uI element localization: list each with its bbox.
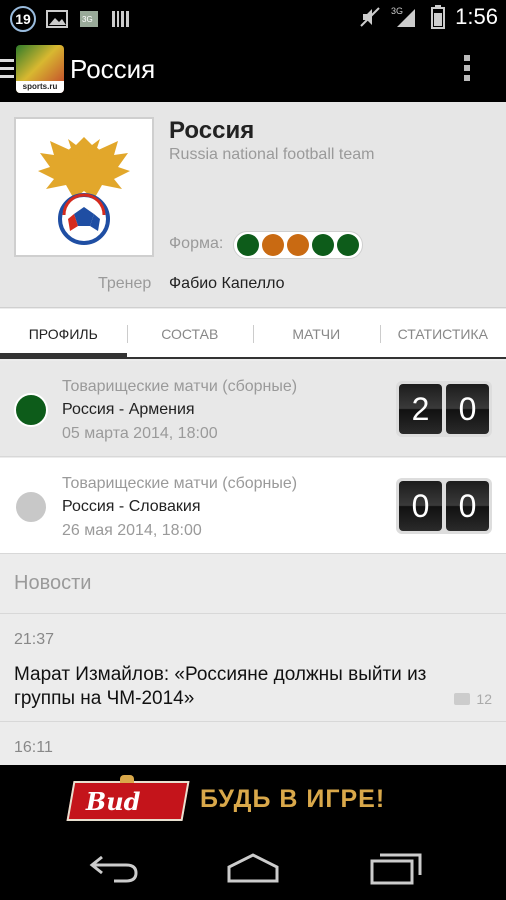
news-item[interactable]: 16:11 — [0, 723, 506, 765]
clock: 1:56 — [455, 4, 498, 29]
bud-logo: Bud — [66, 781, 190, 821]
crest-eagle-icon — [38, 137, 130, 245]
comment-icon — [454, 693, 471, 705]
tab-profile[interactable]: ПРОФИЛЬ — [0, 309, 127, 359]
status-bar: 19 3G 3G 1:56 — [0, 0, 506, 36]
image-icon — [46, 10, 68, 28]
battery-icon — [431, 5, 446, 29]
tab-bar: ПРОФИЛЬ СОСТАВ МАТЧИ СТАТИСТИКА — [0, 309, 506, 359]
form-label: Форма: — [169, 235, 224, 252]
team-name: Россия — [169, 117, 255, 144]
tab-matches[interactable]: МАТЧИ — [253, 309, 380, 357]
tab-squad[interactable]: СОСТАВ — [126, 309, 254, 357]
news-time: 21:37 — [14, 631, 55, 648]
match-score: 2 0 — [396, 381, 492, 437]
comment-count: 12 — [476, 691, 492, 707]
team-crest — [14, 117, 154, 257]
back-icon[interactable] — [86, 851, 142, 885]
app-logo[interactable]: sports.ru — [16, 45, 64, 93]
match-row[interactable]: Товарищеские матчи (сборные) Россия - Сл… — [0, 458, 506, 554]
team-header: Россия Russia national football team Фор… — [0, 102, 506, 308]
news-heading: Новости — [14, 572, 92, 594]
match-result-dot — [14, 490, 48, 524]
team-subtitle: Russia national football team — [169, 146, 375, 163]
news-section-header: Новости — [0, 554, 506, 614]
form-result-win — [237, 234, 259, 256]
match-date: 05 марта 2014, 18:00 — [62, 425, 218, 442]
recent-apps-icon[interactable] — [368, 851, 424, 885]
app-logo-caption: sports.ru — [16, 81, 64, 93]
form-indicator — [233, 231, 363, 259]
news-title: Марат Измайлов: «Россияне должны выйти и… — [14, 664, 427, 709]
barcode-icon — [112, 11, 129, 27]
drawer-menu-icon[interactable] — [0, 59, 14, 79]
bud-brand: Bud — [85, 787, 141, 816]
score-home: 0 — [399, 481, 442, 531]
action-bar: sports.ru Россия — [0, 36, 506, 102]
news-comment-count: 12 — [454, 691, 492, 707]
coach-name: Фабио Капелло — [169, 275, 285, 292]
svg-text:3G: 3G — [82, 15, 93, 24]
main-content[interactable]: Россия Russia national football team Фор… — [0, 102, 506, 765]
signal-icon: 3G — [391, 6, 416, 27]
form-result-draw — [287, 234, 309, 256]
overflow-menu-icon[interactable] — [464, 55, 470, 85]
match-tournament: Товарищеские матчи (сборные) — [62, 378, 298, 395]
match-row[interactable]: Товарищеские матчи (сборные) Россия - Ар… — [0, 361, 506, 457]
page-title: Россия — [70, 54, 156, 84]
form-result-win — [337, 234, 359, 256]
coach-label: Тренер — [98, 275, 152, 292]
crown-icon — [120, 775, 134, 783]
network-label: 3G — [391, 6, 403, 16]
news-time: 16:11 — [14, 739, 53, 756]
app-notification-icon: 3G — [80, 11, 98, 27]
match-score: 0 0 — [396, 478, 492, 534]
match-teams: Россия - Армения — [62, 401, 195, 418]
form-result-win — [312, 234, 334, 256]
system-nav-bar — [0, 833, 506, 900]
home-icon[interactable] — [225, 851, 281, 885]
score-home: 2 — [399, 384, 442, 434]
score-away: 0 — [446, 481, 489, 531]
notification-count-badge: 19 — [10, 6, 36, 32]
news-item[interactable]: 21:37 Марат Измайлов: «Россияне должны в… — [0, 615, 506, 722]
form-result-draw — [262, 234, 284, 256]
match-teams: Россия - Словакия — [62, 498, 201, 515]
match-tournament: Товарищеские матчи (сборные) — [62, 475, 298, 492]
ad-banner[interactable]: Bud БУДЬ В ИГРЕ! — [0, 765, 506, 833]
tab-statistics[interactable]: СТАТИСТИКА — [379, 309, 506, 357]
match-date: 26 мая 2014, 18:00 — [62, 522, 202, 539]
mute-icon — [360, 7, 380, 27]
match-result-dot — [14, 393, 48, 427]
banner-slogan: БУДЬ В ИГРЕ! — [200, 785, 386, 813]
score-away: 0 — [446, 384, 489, 434]
